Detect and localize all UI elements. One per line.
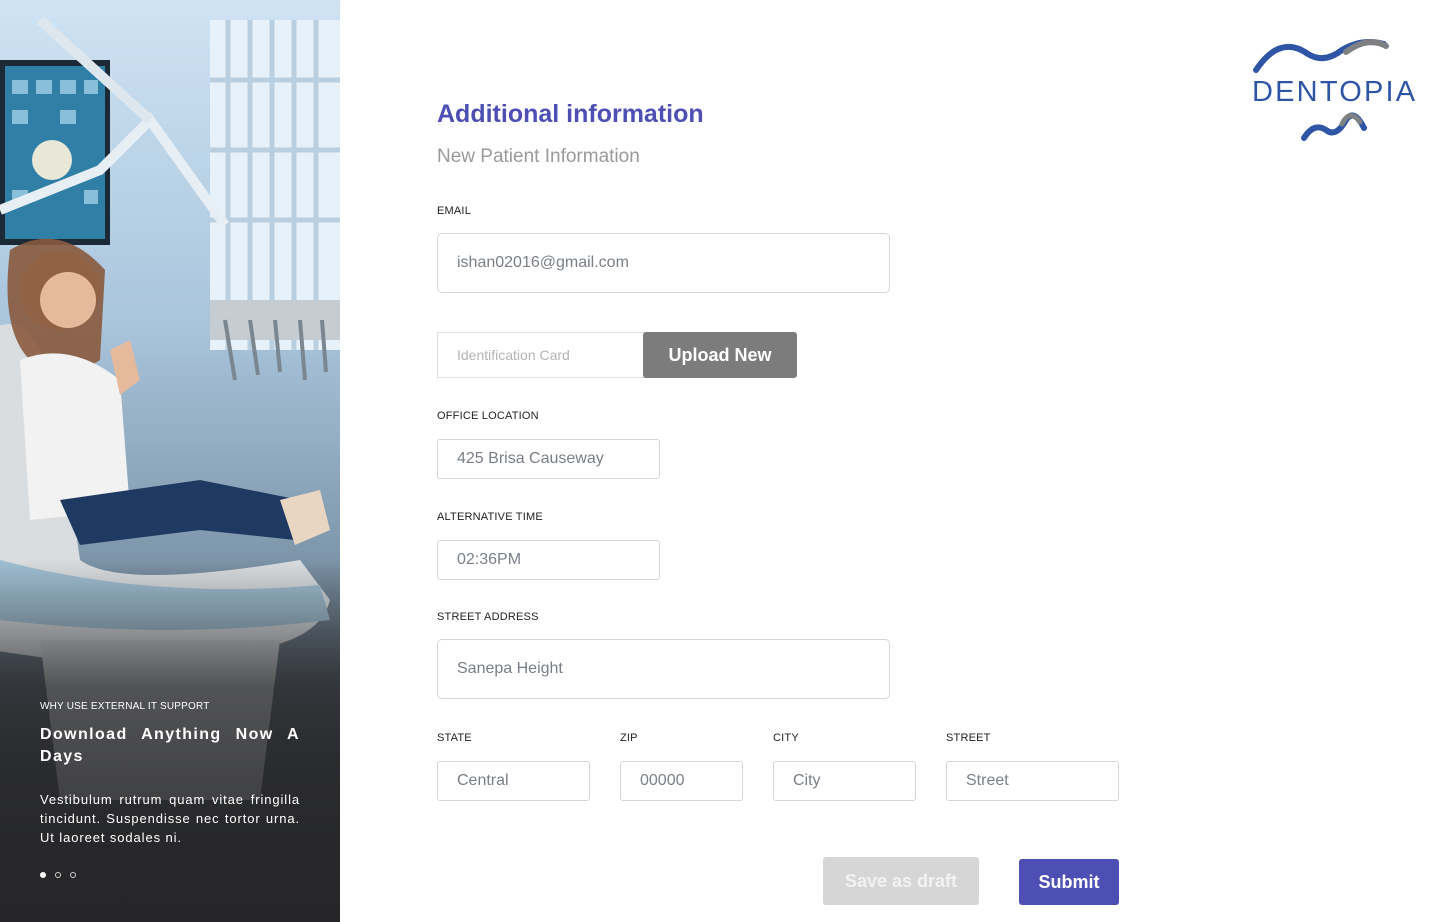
carousel-dot-1[interactable] [40,872,46,878]
brand-name: DENTOPIA [1252,76,1418,108]
hero-panel: WHY USE EXTERNAL IT SUPPORT Download Any… [0,0,340,922]
state-field[interactable] [437,761,590,801]
street-address-label: STREET ADDRESS [437,611,539,623]
zip-field[interactable] [620,761,743,801]
state-label: STATE [437,732,472,744]
carousel-dot-2[interactable] [55,872,61,878]
street-field[interactable] [946,761,1119,801]
hero-title: Download Anything Now A Days [40,726,300,765]
submit-button[interactable]: Submit [1019,859,1119,905]
registration-page: WHY USE EXTERNAL IT SUPPORT Download Any… [0,0,1440,922]
hero-description: Vestibulum rutrum quam vitae fringilla t… [40,792,300,845]
alternative-time-label: ALTERNATIVE TIME [437,511,543,523]
identification-card-field[interactable]: Identification Card [437,332,645,378]
city-field[interactable] [773,761,916,801]
upload-new-button[interactable]: Upload New [643,332,797,378]
carousel-dot-3[interactable] [70,872,76,878]
carousel-dots [40,872,76,878]
hero-kicker: WHY USE EXTERNAL IT SUPPORT [40,701,210,712]
alternative-time-field[interactable] [437,540,660,580]
save-as-draft-button[interactable]: Save as draft [823,857,979,905]
dentopia-logo: DENTOPIA [1250,38,1425,148]
city-label: CITY [773,732,799,744]
street-label: STREET [946,732,991,744]
email-label: EMAIL [437,205,472,217]
email-field[interactable] [437,233,890,293]
office-location-label: OFFICE LOCATION [437,410,539,422]
page-subtitle: New Patient Information [437,146,640,167]
zip-label: ZIP [620,732,638,744]
office-location-field[interactable] [437,439,660,479]
street-address-field[interactable] [437,639,890,699]
page-title: Additional information [437,100,704,128]
